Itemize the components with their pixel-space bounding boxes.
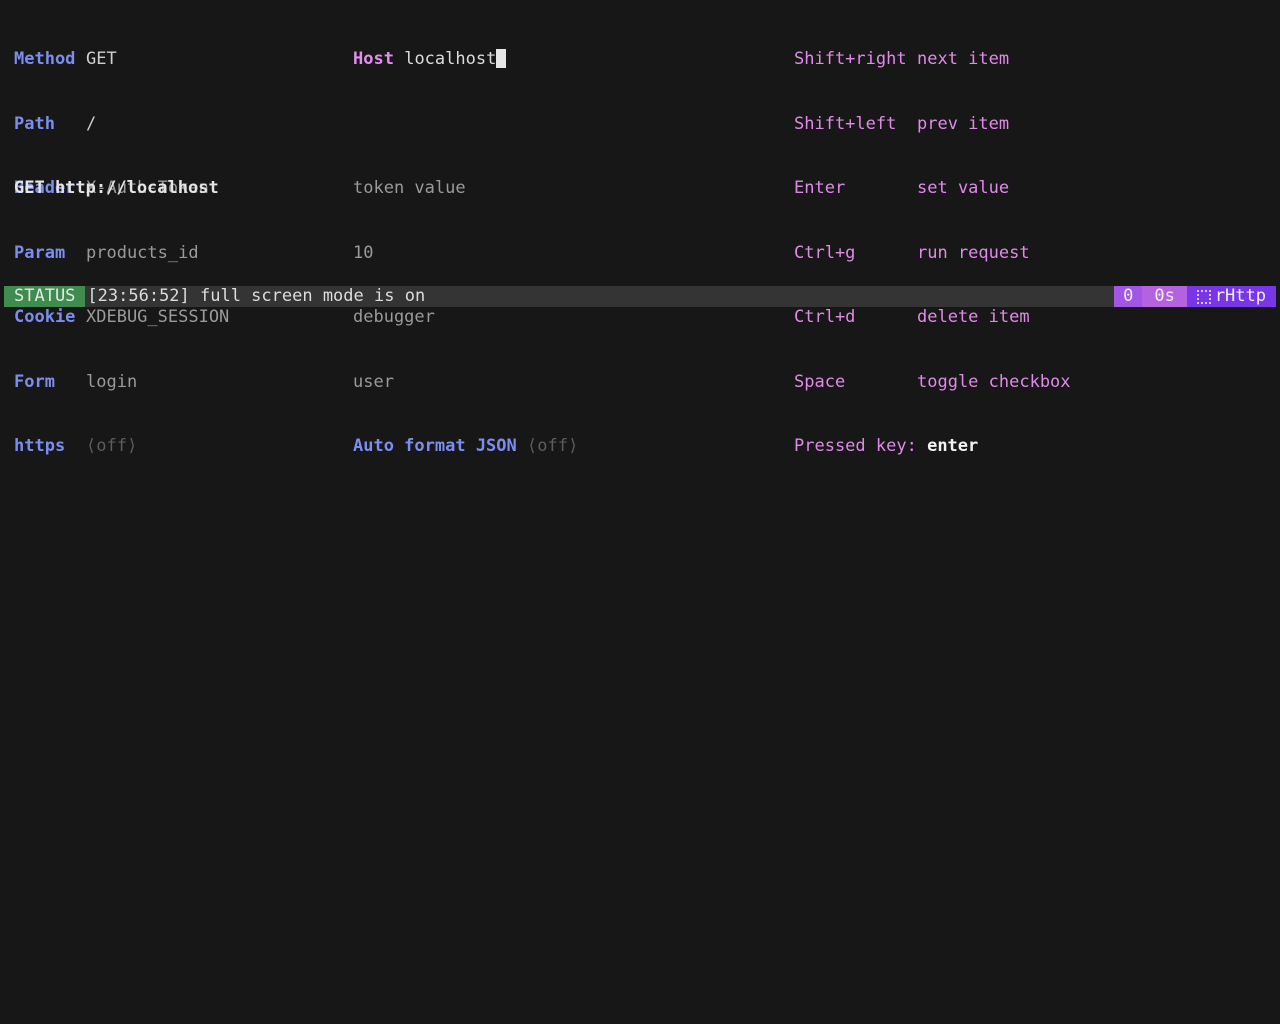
shortcut-desc: run request <box>917 242 1030 263</box>
form-value-text: user <box>353 371 394 392</box>
field-method[interactable]: Method GET <box>14 49 229 71</box>
auto-format-json-toggle[interactable]: Auto format JSON ⟨off⟩ <box>353 436 578 458</box>
field-label: Param <box>14 242 66 263</box>
shortcut-key: Space <box>794 371 846 392</box>
auto-format-label: Auto format JSON <box>353 436 517 456</box>
shortcut-row: Shift+right next item <box>794 49 1071 71</box>
empty-row <box>353 114 578 136</box>
form-value[interactable]: user <box>353 372 578 394</box>
field-label: Cookie <box>14 307 76 327</box>
app-name: rHttp <box>1214 286 1266 306</box>
field-value: / <box>86 113 97 134</box>
app-name-segment: rHttp <box>1186 286 1276 307</box>
host-input[interactable]: localhost <box>404 49 496 71</box>
field-form[interactable]: Form login <box>14 372 229 394</box>
auto-format-state: ⟨off⟩ <box>527 436 579 456</box>
field-value: XDEBUG_SESSION <box>86 307 230 327</box>
shortcut-row: Shift+left prev item <box>794 114 1071 136</box>
request-fields: Method GET Path / Header X-Auth-Token Param… <box>14 6 229 479</box>
status-message: [23:56:52] full screen mode is on <box>87 286 426 306</box>
shortcut-desc: set value <box>917 178 1010 198</box>
field-value: products_id <box>86 242 199 263</box>
field-value: login <box>86 371 138 392</box>
shortcut-desc: next item <box>917 49 1010 69</box>
request-time: 0s <box>1142 286 1187 307</box>
shortcut-key: Ctrl+d <box>794 307 856 327</box>
shortcut-desc: prev item <box>917 113 1010 134</box>
pressed-key-row: Pressed key: enter <box>794 436 1071 458</box>
shortcut-key: Shift+right <box>794 49 907 69</box>
host-field[interactable]: Host localhost <box>353 49 578 71</box>
status-bar: STATUS [23:56:52] full screen mode is on… <box>4 286 1276 307</box>
field-label: Path <box>14 113 55 134</box>
field-https-toggle[interactable]: https ⟨off⟩ <box>14 436 229 458</box>
field-label: Method <box>14 49 76 69</box>
https-state: ⟨off⟩ <box>86 436 138 456</box>
shortcut-desc: delete item <box>917 307 1030 327</box>
shortcut-row: Ctrl+d delete item <box>794 307 1071 329</box>
header-value[interactable]: token value <box>353 178 578 200</box>
field-cookie[interactable]: Cookie XDEBUG_SESSION <box>14 307 229 329</box>
shortcut-key: Enter <box>794 178 846 198</box>
shortcut-key: Ctrl+g <box>794 242 856 263</box>
shortcut-desc: toggle checkbox <box>917 371 1071 392</box>
field-label: Form <box>14 371 55 392</box>
field-label: https <box>14 436 66 456</box>
field-path[interactable]: Path / <box>14 114 229 136</box>
value-column: Host localhost token value 10 debugger u… <box>353 6 578 479</box>
shortcut-row: Ctrl+g run request <box>794 243 1071 265</box>
status-badge: STATUS <box>4 286 86 307</box>
header-value-text: token value <box>353 178 466 198</box>
request-line: GET http://localhost <box>14 178 219 198</box>
shortcut-key: Shift+left <box>794 113 897 134</box>
pressed-key-label: Pressed key: <box>794 436 917 456</box>
param-value[interactable]: 10 <box>353 243 578 265</box>
grid-icon <box>1196 289 1211 304</box>
param-value-text: 10 <box>353 242 374 263</box>
cookie-value[interactable]: debugger <box>353 307 578 329</box>
field-value: GET <box>86 49 117 69</box>
field-param[interactable]: Param products_id <box>14 243 229 265</box>
pressed-key-value: enter <box>927 436 979 456</box>
shortcut-row: Enter set value <box>794 178 1071 200</box>
shortcuts-help: Shift+right next item Shift+left prev item… <box>794 6 1071 479</box>
request-count: 0 <box>1114 286 1143 307</box>
cookie-value-text: debugger <box>353 307 435 327</box>
host-label: Host <box>353 49 394 69</box>
text-cursor <box>496 49 507 68</box>
shortcut-row: Space toggle checkbox <box>794 372 1071 394</box>
